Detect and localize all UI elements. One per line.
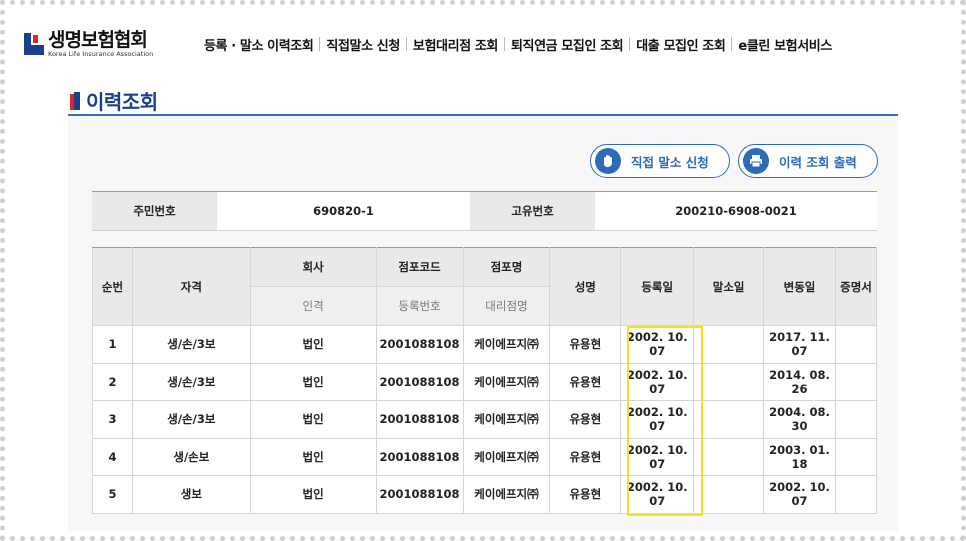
cell-cancel-date [693, 475, 765, 514]
cell-qual: 생/손/3보 [131, 400, 251, 439]
cell-company: 법인 [249, 362, 377, 401]
cell-qual: 생/손보 [131, 437, 251, 476]
cell-reg-date: 2002. 10. 07 [620, 437, 695, 476]
table-row: 1 생/손/3보 법인 2001088108 케이에프지㈜ 유용현 2002. … [92, 325, 878, 364]
cell-qual: 생/손/3보 [131, 325, 251, 364]
cell-store-name: 케이에프지㈜ [462, 362, 551, 401]
logo[interactable]: 생명보험협회 Korea Life Insurance Association [24, 30, 184, 58]
cell-name: 유용현 [549, 475, 622, 514]
col-header-qual: 자격 [131, 247, 251, 326]
cell-name: 유용현 [549, 400, 622, 439]
table-row: 4 생/손보 법인 2001088108 케이에프지㈜ 유용현 2002. 10… [92, 437, 878, 476]
direct-cancel-button[interactable]: 직접 말소 신청 [590, 144, 730, 178]
cell-cancel-date [693, 325, 765, 364]
resident-number-label: 주민번호 [92, 192, 217, 230]
nav-loan-agent[interactable]: 대출 모집인 조회 [630, 35, 731, 54]
cell-cancel-date [693, 362, 765, 401]
cell-qual: 생/손/3보 [131, 362, 251, 401]
nav-direct-cancel[interactable]: 직접말소 신청 [320, 35, 406, 54]
history-table: 순번 자격 회사 점포코드 점포명 성명 등록일 말소일 변동일 증명서 인격 … [92, 247, 878, 514]
cell-company: 법인 [249, 400, 377, 439]
top-nav: 등록 · 말소 이력조회 직접말소 신청 보험대리점 조회 퇴직연금 모집인 조… [198, 35, 838, 54]
cell-store-name: 케이에프지㈜ [462, 325, 551, 364]
logo-mark-icon [24, 33, 44, 55]
printer-icon [743, 148, 769, 174]
col-header-cancel-date: 말소일 [693, 247, 765, 326]
resident-number-value: 690820-1 [217, 192, 470, 230]
cell-change-date: 2002. 10. 07 [763, 475, 836, 514]
content-panel: 직접 말소 신청 이력 조회 출력 주민번호 690820-1 고유번호 200… [68, 114, 898, 531]
table-row: 5 생보 법인 2001088108 케이에프지㈜ 유용현 2002. 10. … [92, 475, 878, 514]
logo-english: Korea Life Insurance Association [48, 50, 154, 58]
cell-store-code: 2001088108 [375, 400, 464, 439]
direct-cancel-label: 직접 말소 신청 [631, 154, 709, 170]
print-history-label: 이력 조회 출력 [779, 154, 857, 170]
col-header-name: 성명 [549, 247, 622, 326]
col-header-reg-date: 등록일 [620, 247, 695, 326]
site-header: 생명보험협회 Korea Life Insurance Association … [24, 22, 954, 66]
cell-no: 3 [92, 400, 133, 439]
cell-change-date: 2017. 11. 07 [763, 325, 836, 364]
page-title: 이력조회 [86, 90, 158, 114]
cell-no: 4 [92, 437, 133, 476]
cell-cert [834, 400, 878, 439]
col-header-no: 순번 [92, 247, 133, 326]
cell-company: 법인 [249, 475, 377, 514]
col-header-cert: 증명서 [834, 247, 878, 326]
cell-store-code: 2001088108 [375, 325, 464, 364]
cell-reg-date: 2002. 10. 07 [620, 400, 695, 439]
cell-cancel-date [693, 437, 765, 476]
cell-store-code: 2001088108 [375, 362, 464, 401]
logo-korean: 생명보험협회 [48, 29, 148, 51]
cell-cert [834, 475, 878, 514]
cell-store-name: 케이에프지㈜ [462, 437, 551, 476]
cell-cert [834, 437, 878, 476]
table-row: 2 생/손/3보 법인 2001088108 케이에프지㈜ 유용현 2002. … [92, 362, 878, 401]
cell-store-code: 2001088108 [375, 475, 464, 514]
page-title-wrap: 이력조회 [70, 86, 158, 115]
cell-cert [834, 325, 878, 364]
cell-no: 2 [92, 362, 133, 401]
cell-store-code: 2001088108 [375, 437, 464, 476]
cell-company: 법인 [249, 325, 377, 364]
cell-name: 유용현 [549, 437, 622, 476]
cell-cancel-date [693, 400, 765, 439]
col-header-reg-no: 등록번호 [375, 286, 464, 326]
nav-pension-agent[interactable]: 퇴직연금 모집인 조회 [505, 35, 629, 54]
nav-history[interactable]: 등록 · 말소 이력조회 [198, 35, 319, 54]
print-history-button[interactable]: 이력 조회 출력 [738, 144, 878, 178]
cell-name: 유용현 [549, 325, 622, 364]
cell-no: 1 [92, 325, 133, 364]
cell-store-name: 케이에프지㈜ [462, 400, 551, 439]
cell-change-date: 2004. 08. 30 [763, 400, 836, 439]
col-header-company: 회사 [249, 247, 377, 287]
col-header-change-date: 변동일 [763, 247, 836, 326]
unique-number-label: 고유번호 [470, 192, 595, 230]
title-mark-icon [70, 91, 80, 110]
unique-number-value: 200210-6908-0021 [595, 192, 877, 230]
info-row: 주민번호 690820-1 고유번호 200210-6908-0021 [92, 191, 877, 231]
cell-reg-date: 2002. 10. 07 [620, 475, 695, 514]
col-header-agency: 대리점명 [462, 286, 551, 326]
hand-stop-icon [595, 148, 621, 174]
page: 생명보험협회 Korea Life Insurance Association … [10, 8, 956, 533]
cell-change-date: 2003. 01. 18 [763, 437, 836, 476]
table-row: 3 생/손/3보 법인 2001088108 케이에프지㈜ 유용현 2002. … [92, 400, 878, 439]
cell-reg-date: 2002. 10. 07 [620, 362, 695, 401]
nav-eclean[interactable]: e클린 보험서비스 [732, 35, 837, 54]
cell-store-name: 케이에프지㈜ [462, 475, 551, 514]
col-header-person: 인격 [249, 286, 377, 326]
cell-change-date: 2014. 08. 26 [763, 362, 836, 401]
cell-name: 유용현 [549, 362, 622, 401]
cell-no: 5 [92, 475, 133, 514]
col-header-store-code: 점포코드 [375, 247, 464, 287]
cell-reg-date: 2002. 10. 07 [620, 325, 695, 364]
col-header-store-name: 점포명 [462, 247, 551, 287]
cell-company: 법인 [249, 437, 377, 476]
cell-cert [834, 362, 878, 401]
nav-agency[interactable]: 보험대리점 조회 [407, 35, 504, 54]
cell-qual: 생보 [131, 475, 251, 514]
